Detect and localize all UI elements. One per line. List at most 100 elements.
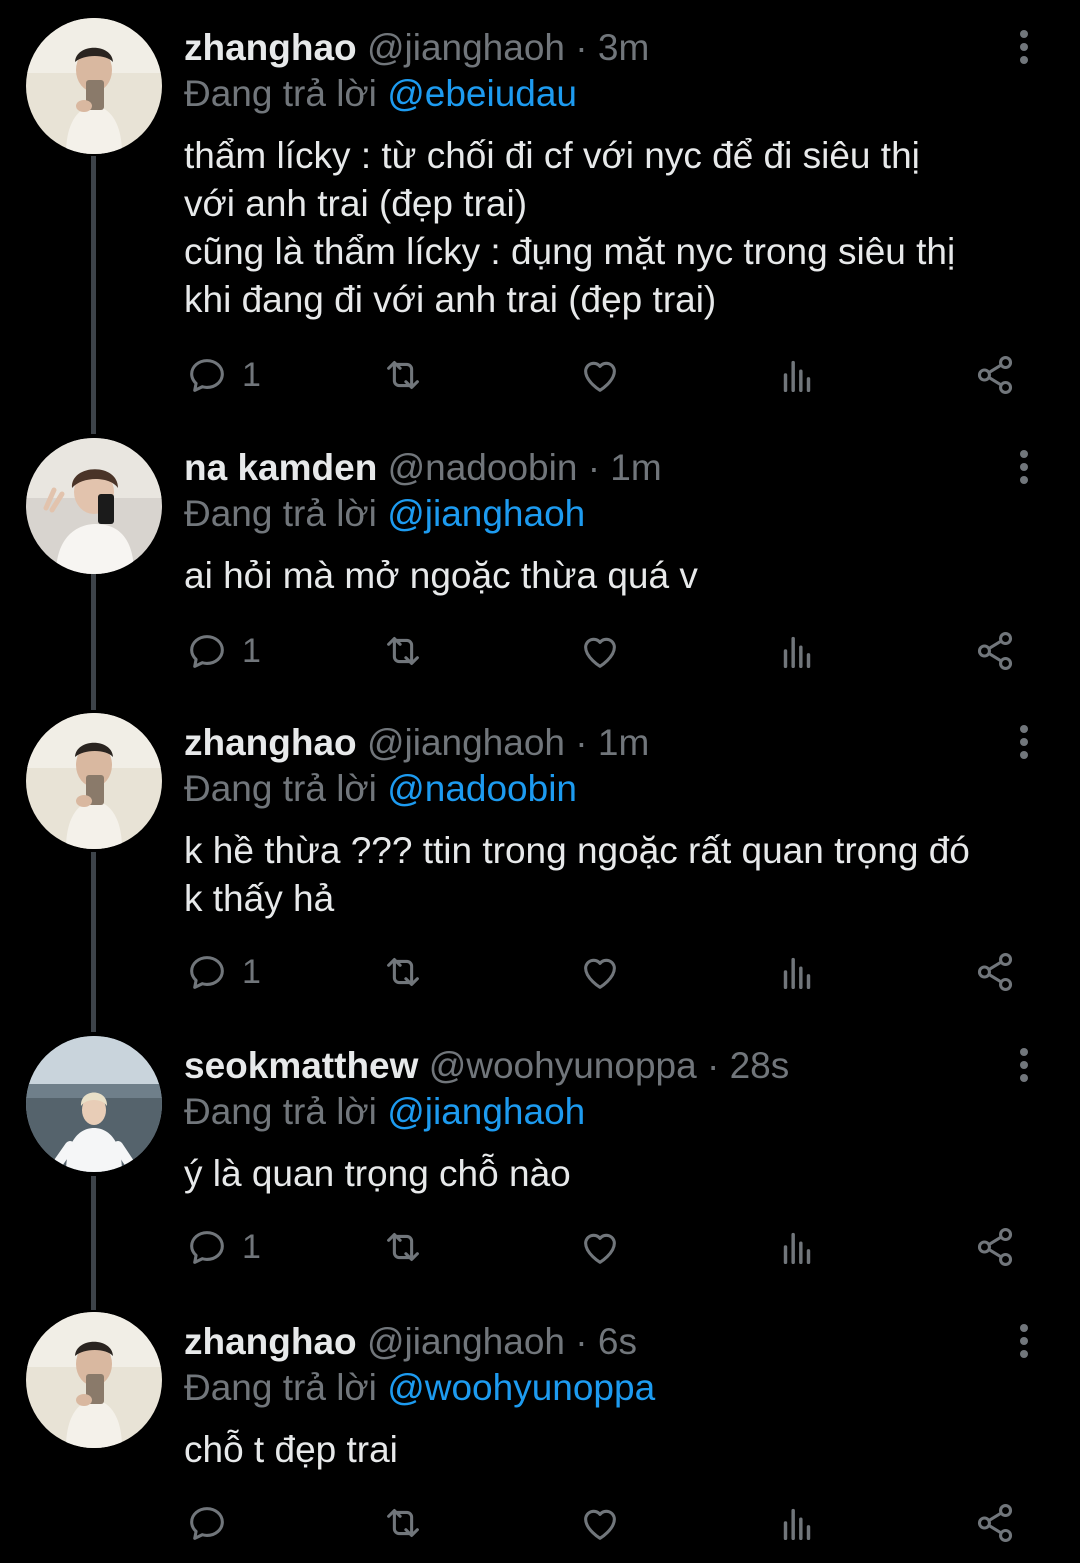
like-button[interactable]: [577, 626, 623, 676]
reply-mention[interactable]: @nadoobin: [387, 768, 577, 809]
tweet-text: thẩm lícky : từ chối đi cf với nyc để đi…: [184, 135, 956, 320]
reply-icon: [184, 1500, 230, 1546]
share-icon: [972, 1224, 1018, 1270]
avatar[interactable]: [26, 1036, 162, 1172]
like-icon: [577, 628, 623, 674]
retweet-icon: [380, 1500, 426, 1546]
tweet-header: zhanghao @jianghaoh · 6s: [184, 1320, 1040, 1364]
thread-connector: [91, 574, 96, 710]
reply-count: 1: [242, 356, 261, 394]
reply-context: Đang trả lời @jianghaoh: [184, 490, 1040, 538]
reply-count: 1: [242, 1228, 261, 1266]
views-icon: [774, 949, 820, 995]
reply-button[interactable]: 1: [184, 947, 261, 997]
reply-prefix: Đang trả lời: [184, 493, 377, 534]
retweet-button[interactable]: [380, 626, 426, 676]
views-icon: [774, 1224, 820, 1270]
like-icon: [577, 1500, 623, 1546]
retweet-icon: [380, 949, 426, 995]
reply-context: Đang trả lời @ebeiudau: [184, 70, 1040, 118]
reply-thread: zhanghao @jianghaoh · 3m Đang trả lời @e…: [0, 0, 1080, 1563]
tweet-header: seokmatthew @woohyunoppa · 28s: [184, 1044, 1040, 1088]
reply-mention[interactable]: @jianghaoh: [387, 1091, 585, 1132]
tweet-actions: 1: [184, 947, 1040, 997]
reply-mention[interactable]: @jianghaoh: [387, 493, 585, 534]
reply-icon: [184, 949, 230, 995]
tweet-text: ai hỏi mà mở ngoặc thừa quá v: [184, 555, 698, 596]
share-icon: [972, 949, 1018, 995]
avatar[interactable]: [26, 18, 162, 154]
retweet-button[interactable]: [380, 1222, 426, 1272]
reply-mention[interactable]: @ebeiudau: [387, 73, 577, 114]
reply-context: Đang trả lời @woohyunoppa: [184, 1364, 1040, 1412]
tweet-text: chỗ t đẹp trai: [184, 1429, 398, 1470]
more-icon[interactable]: [1012, 1044, 1036, 1084]
user-handle[interactable]: @woohyunoppa: [429, 1045, 697, 1086]
share-button[interactable]: [972, 947, 1018, 997]
more-icon[interactable]: [1012, 446, 1036, 486]
share-button[interactable]: [972, 350, 1018, 400]
reply-button[interactable]: 1: [184, 626, 261, 676]
tweet-time[interactable]: · 1m: [575, 722, 649, 763]
views-button[interactable]: [774, 947, 820, 997]
user-handle[interactable]: @jianghaoh: [367, 1321, 565, 1362]
tweet-actions: 1: [184, 626, 1040, 676]
views-button[interactable]: [774, 1222, 820, 1272]
views-button[interactable]: [774, 350, 820, 400]
user-handle[interactable]: @jianghaoh: [367, 722, 565, 763]
retweet-button[interactable]: [380, 1498, 426, 1548]
display-name[interactable]: zhanghao: [184, 27, 357, 68]
share-button[interactable]: [972, 1498, 1018, 1548]
reply-button[interactable]: 1: [184, 350, 261, 400]
share-button[interactable]: [972, 626, 1018, 676]
like-icon: [577, 352, 623, 398]
like-button[interactable]: [577, 350, 623, 400]
retweet-icon: [380, 352, 426, 398]
user-handle[interactable]: @jianghaoh: [367, 27, 565, 68]
tweet-actions: 1: [184, 1222, 1040, 1272]
tweet-time[interactable]: · 6s: [575, 1321, 637, 1362]
avatar[interactable]: [26, 713, 162, 849]
views-button[interactable]: [774, 1498, 820, 1548]
tweet-header: na kamden @nadoobin · 1m: [184, 446, 1040, 490]
reply-prefix: Đang trả lời: [184, 1091, 377, 1132]
reply-icon: [184, 628, 230, 674]
avatar[interactable]: [26, 1312, 162, 1448]
reply-button[interactable]: 1: [184, 1222, 261, 1272]
tweet-actions: [184, 1498, 1040, 1548]
reply-context: Đang trả lời @nadoobin: [184, 765, 1040, 813]
display-name[interactable]: seokmatthew: [184, 1045, 418, 1086]
user-handle[interactable]: @nadoobin: [388, 447, 578, 488]
retweet-button[interactable]: [380, 947, 426, 997]
reply-prefix: Đang trả lời: [184, 73, 377, 114]
like-button[interactable]: [577, 1222, 623, 1272]
like-icon: [577, 949, 623, 995]
share-icon: [972, 628, 1018, 674]
tweet-header: zhanghao @jianghaoh · 1m: [184, 721, 1040, 765]
tweet-time[interactable]: · 1m: [588, 447, 662, 488]
display-name[interactable]: zhanghao: [184, 1321, 357, 1362]
like-icon: [577, 1224, 623, 1270]
like-button[interactable]: [577, 1498, 623, 1548]
tweet-time[interactable]: · 28s: [707, 1045, 789, 1086]
tweet-header: zhanghao @jianghaoh · 3m: [184, 26, 1040, 70]
reply-mention[interactable]: @woohyunoppa: [387, 1367, 655, 1408]
retweet-icon: [380, 628, 426, 674]
more-icon[interactable]: [1012, 26, 1036, 66]
reply-context: Đang trả lời @jianghaoh: [184, 1088, 1040, 1136]
share-button[interactable]: [972, 1222, 1018, 1272]
display-name[interactable]: zhanghao: [184, 722, 357, 763]
tweet-text: k hề thừa ??? ttin trong ngoặc rất quan …: [184, 830, 970, 919]
more-icon[interactable]: [1012, 1320, 1036, 1360]
tweet-time[interactable]: · 3m: [575, 27, 649, 68]
like-button[interactable]: [577, 947, 623, 997]
retweet-button[interactable]: [380, 350, 426, 400]
reply-button[interactable]: [184, 1498, 242, 1548]
views-button[interactable]: [774, 626, 820, 676]
share-icon: [972, 1500, 1018, 1546]
more-icon[interactable]: [1012, 721, 1036, 761]
avatar[interactable]: [26, 438, 162, 574]
thread-connector: [91, 1176, 96, 1310]
retweet-icon: [380, 1224, 426, 1270]
display-name[interactable]: na kamden: [184, 447, 377, 488]
